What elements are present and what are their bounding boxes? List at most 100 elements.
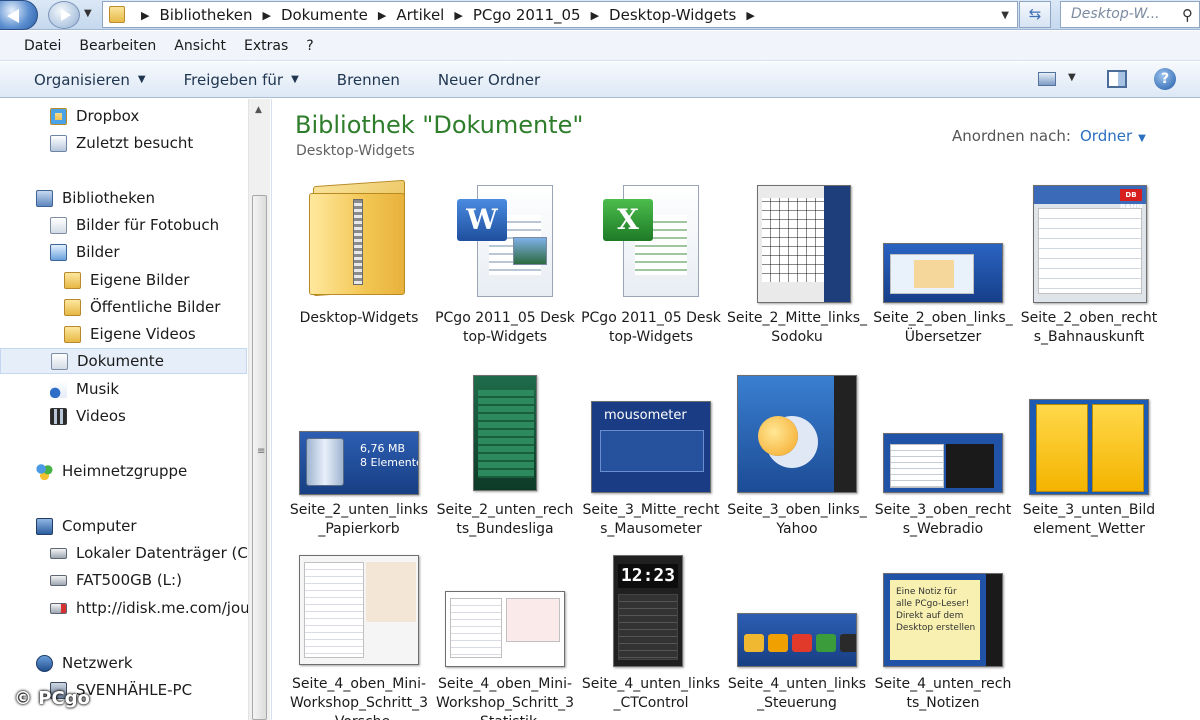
file-name: Seite_4_unten_links_CTControl [581,676,721,711]
forward-button[interactable] [48,1,80,29]
nav-item-eigene-bilder[interactable]: Eigene Bilder [64,267,189,293]
menu-help[interactable]: ? [306,38,313,54]
image-thumbnail [737,613,857,667]
file-item[interactable]: Seite_2_Mitte_links_Sodoku [727,179,867,369]
file-name: Seite_4_unten_links_Steuerung [727,676,867,711]
change-view-icon[interactable] [1038,72,1056,86]
scroll-up-icon[interactable]: ▲ [255,105,262,115]
menu-extras[interactable]: Extras [244,38,288,54]
chevron-down-icon[interactable]: ▼ [1001,10,1009,21]
chevron-right-icon[interactable]: ▶ [454,9,462,22]
chevron-down-icon[interactable]: ▼ [1068,72,1076,83]
nav-item-computer[interactable]: Computer [36,513,137,539]
address-box[interactable]: ▶ Bibliotheken ▶ Dokumente ▶ Artikel ▶ P… [102,1,1018,28]
file-item[interactable]: Seite_3_unten_Bildelement_Wetter [1019,375,1159,565]
nav-item-label: Dokumente [77,352,164,370]
chevron-right-icon[interactable]: ▶ [141,9,149,22]
breadcrumb-desktop-widgets[interactable]: Desktop-Widgets [609,6,736,24]
chevron-right-icon[interactable]: ▶ [746,9,754,22]
breadcrumb-artikel[interactable]: Artikel [396,6,444,24]
nav-item-dokumente[interactable]: Dokumente [0,348,247,374]
chevron-right-icon[interactable]: ▶ [378,9,386,22]
mousometer-title: mousometer [604,408,687,423]
nav-item-label: Bibliotheken [62,189,155,207]
nav-item-drive-c[interactable]: Lokaler Datenträger (C:) [50,540,259,566]
db-bahn-logo: DB BAHN [1120,189,1143,211]
image-thumbnail: DB BAHN [1033,185,1147,303]
nav-item-idisk[interactable]: http://idisk.me.com/jour [50,595,256,621]
nav-item-bilder[interactable]: Bilder [50,239,120,265]
file-item[interactable]: X PCgo 2011_05 Desktop-Widgets [581,179,721,369]
disconnected-network-drive-icon [50,602,67,614]
nav-item-label: SVENHÄHLE-PC [76,681,193,699]
arrange-by-value: Ordner [1080,127,1133,145]
scrollbar-thumb[interactable]: ≡ [252,195,267,720]
menu-datei[interactable]: Datei [24,38,61,54]
refresh-button[interactable]: ⇆ [1019,1,1051,28]
back-button[interactable] [0,0,38,30]
organize-button[interactable]: Organisieren ▼ [34,71,146,89]
nav-item-drive-l[interactable]: FAT500GB (L:) [50,567,182,593]
nav-item-homegroup[interactable]: Heimnetzgruppe [36,458,187,484]
file-item[interactable]: 12:23 Seite_4_unten_links_CTControl [581,555,721,720]
nav-item-recent[interactable]: Zuletzt besucht [50,130,193,156]
menu-ansicht[interactable]: Ansicht [174,38,226,54]
new-folder-label: Neuer Ordner [437,70,541,89]
search-icon[interactable]: ⚲ [1182,6,1193,24]
nav-item-label: Bilder [76,243,120,261]
nav-item-label: Eigene Videos [90,325,196,343]
nav-item-label: Zuletzt besucht [76,134,194,152]
breadcrumb-pcgo[interactable]: PCgo 2011_05 [473,6,581,24]
file-item[interactable]: 6,76 MB 8 Elemente Seite_2_unten_links_P… [289,375,429,565]
file-item[interactable]: Desktop-Widgets [289,179,429,369]
file-item[interactable]: Seite_4_oben_Mini-Workshop_Schritt_3_Vor… [289,555,429,720]
nav-item-musik[interactable]: Musik [50,376,119,402]
file-name: Seite_2_unten_rechts_Bundesliga [436,502,574,537]
breadcrumb-dokumente[interactable]: Dokumente [281,6,368,24]
nav-item-label: Öffentliche Bilder [90,298,221,316]
preview-pane-icon[interactable] [1107,70,1127,88]
chevron-right-icon[interactable]: ▶ [591,9,599,22]
nav-item-videos[interactable]: Videos [50,403,126,429]
file-item[interactable]: Seite_3_oben_links_Yahoo [727,375,867,565]
chevron-down-icon: ▼ [137,74,146,85]
clock-display: 12:23 [618,564,678,588]
breadcrumb-bibliotheken[interactable]: Bibliotheken [159,6,252,24]
file-item[interactable]: Seite_3_oben_rechts_Webradio [873,375,1013,565]
file-name: Seite_2_unten_links_Papierkorb [289,502,429,537]
arrange-by-dropdown[interactable]: Ordner ▼ [1080,127,1146,145]
nav-item-oeffentliche-bilder[interactable]: Öffentliche Bilder [64,294,220,320]
libraries-icon [36,189,53,207]
nav-item-dropbox[interactable]: Dropbox [50,103,139,129]
file-item[interactable]: W PCgo 2011_05 Desktop-Widgets [435,179,575,369]
chevron-right-icon[interactable]: ▶ [262,9,270,22]
image-thumbnail [473,375,537,491]
nav-item-network[interactable]: Netzwerk [36,650,133,676]
new-folder-button[interactable]: Neuer Ordner [438,71,540,89]
file-item[interactable]: Seite_2_unten_rechts_Bundesliga [435,375,575,565]
search-placeholder: Desktop-W... [1071,6,1160,22]
nav-item-libraries[interactable]: Bibliotheken [36,185,155,211]
menu-bearbeiten[interactable]: Bearbeiten [79,38,156,54]
file-item[interactable]: Seite_4_oben_Mini-Workshop_Schritt_3_Sta… [435,555,575,720]
nav-item-bilder-fotobuch[interactable]: Bilder für Fotobuch [50,212,219,238]
zip-folder-icon [307,179,411,297]
file-item[interactable]: Seite_2_oben_links_Übersetzer [873,179,1013,369]
burn-button[interactable]: Brennen [337,71,400,89]
music-note-icon [50,380,67,398]
dropbox-icon [50,107,67,125]
library-title: Bibliothek "Dokumente" [295,111,584,139]
chevron-down-icon: ▼ [1138,133,1146,144]
file-item[interactable]: mousometer Seite_3_Mitte_rechts_Mausomet… [581,375,721,565]
file-item[interactable]: DB BAHN Seite_2_oben_rechts_Bahnauskunft [1019,179,1159,369]
documents-library-icon [51,352,68,370]
recycle-bin-size: 6,76 MB 8 Elemente [360,442,419,469]
help-icon[interactable]: ? [1154,68,1176,90]
file-item[interactable]: Seite_4_unten_links_Steuerung [727,555,867,720]
nav-item-eigene-videos[interactable]: Eigene Videos [64,321,196,347]
search-input[interactable]: Desktop-W... ⚲ [1060,1,1200,28]
share-button[interactable]: Freigeben für ▼ [184,71,299,89]
nav-scrollbar[interactable]: ▲ ≡ [248,99,270,720]
file-item[interactable]: Eine Notiz für alle PCgo-Leser! Direkt a… [873,555,1013,720]
recent-pages-dropdown-icon[interactable]: ▼ [84,8,98,22]
